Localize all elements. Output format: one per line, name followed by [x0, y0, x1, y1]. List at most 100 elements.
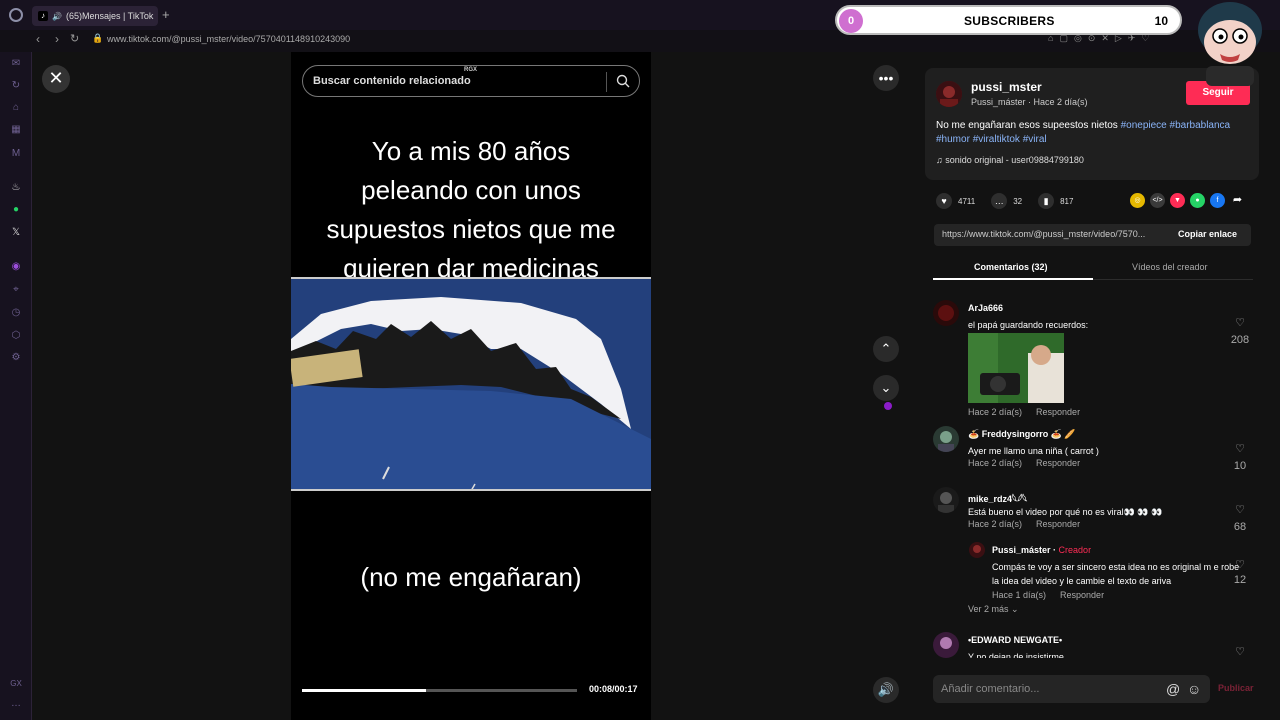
commenter-name[interactable]: 🍝 Freddysingorro 🍝 🥖 [968, 429, 1076, 440]
tab-creator-videos[interactable]: Vídeos del creador [1132, 262, 1208, 272]
reply-button[interactable]: Responder [1036, 407, 1080, 417]
commenter-avatar[interactable] [933, 487, 959, 513]
comment-like-icon[interactable]: ♡ [1230, 503, 1250, 516]
blade-scene-image [291, 279, 651, 489]
comment-like-icon[interactable]: ♡ [1230, 316, 1250, 329]
pin-icon[interactable]: ⌖ [10, 284, 22, 296]
facebook-share-icon[interactable]: f [1210, 193, 1225, 208]
video-frame-image [291, 277, 651, 491]
music-title[interactable]: sonido original - user09884799180 [945, 155, 1084, 165]
coin-share-icon[interactable]: ◎ [1130, 193, 1145, 208]
previous-video-icon[interactable]: ⌃ [873, 336, 899, 362]
share-link-text[interactable]: https://www.tiktok.com/@pussi_mster/vide… [942, 229, 1145, 239]
cards-icon[interactable]: ▦ [10, 124, 22, 136]
bookmark-icon[interactable]: ▮ [1038, 193, 1055, 209]
reply-time: Hace 1 día(s) [992, 590, 1047, 600]
back-icon[interactable]: ‹ [36, 32, 40, 46]
reply-author-name[interactable]: Pussi_máster [992, 545, 1051, 555]
gx-icon[interactable]: GX [10, 678, 22, 690]
close-icon[interactable]: ✕ [42, 65, 70, 93]
reply-text: Compás te voy a ser sincero esta idea no… [992, 562, 1240, 586]
commenter-name[interactable]: mike_rdz4𓆩𓆪𓆩 [968, 490, 1027, 505]
comment-like-icon[interactable]: ♡ [1230, 442, 1250, 455]
whatsapp-share-icon[interactable]: ● [1190, 193, 1205, 208]
subscriber-counter-overlay: 0 SUBSCRIBERS 10 [835, 5, 1182, 35]
send-icon[interactable]: ▼ [1170, 193, 1185, 208]
search-divider [606, 72, 607, 92]
commenter-name[interactable]: ArJa666 [968, 303, 1003, 313]
bag-icon[interactable]: ⌂ [10, 102, 22, 114]
comment-meta: Hace 2 día(s) Responder [968, 519, 1080, 529]
refresh-icon[interactable]: ↻ [10, 80, 22, 92]
share-arrow-icon[interactable]: ➦ [1230, 193, 1245, 208]
forward-icon[interactable]: › [55, 32, 59, 46]
subscriber-count: 10 [1154, 14, 1168, 28]
tinder-icon[interactable]: ♨ [10, 182, 22, 194]
commenter-avatar[interactable] [933, 632, 959, 658]
comment-input[interactable] [941, 681, 1141, 697]
volume-icon[interactable]: 🔊 [873, 677, 899, 703]
pepe-mascot-icon [1198, 2, 1262, 86]
new-tab-icon[interactable]: + [162, 7, 170, 22]
audio-playing-icon[interactable]: 🔊 [52, 12, 62, 21]
hashtag-link[interactable]: #viraltiktok [973, 134, 1020, 145]
hashtag-link[interactable]: #barbablanca [1170, 120, 1231, 131]
comment-like-icon[interactable]: ♡ [1230, 645, 1250, 658]
mail-icon[interactable]: M [10, 148, 22, 160]
tab-comments[interactable]: Comentarios (32) [974, 262, 1048, 272]
view-more-label[interactable]: Ver 2 más [968, 604, 1009, 614]
view-more-replies[interactable]: Ver 2 más ⌄ [968, 604, 1019, 615]
copy-link-button[interactable]: Copiar enlace [1178, 229, 1237, 239]
embed-icon[interactable]: </> [1150, 193, 1165, 208]
save-count: 817 [1060, 196, 1074, 206]
hashtag-link[interactable]: #viral [1023, 134, 1047, 145]
whatsapp-icon[interactable]: ● [10, 204, 22, 216]
creator-avatar[interactable] [969, 542, 985, 558]
spotify-icon[interactable]: ◉ [10, 261, 22, 273]
opera-logo-icon[interactable] [9, 8, 23, 22]
settings-icon[interactable]: ⚙ [10, 352, 22, 364]
commenter-name[interactable]: •EDWARD NEWGATE• [968, 635, 1062, 645]
commenter-avatar[interactable] [933, 426, 959, 452]
video-progress-bar[interactable] [302, 689, 577, 692]
music-line[interactable]: ♫ sonido original - user09884799180 [936, 155, 1084, 165]
mention-icon[interactable]: @ [1166, 681, 1180, 697]
history-icon[interactable]: ◷ [10, 307, 22, 319]
description-text: No me engañaran esos supeestos nietos [936, 120, 1118, 131]
search-input[interactable]: Buscar contenido relacionado [313, 75, 471, 87]
comment-icon[interactable]: … [991, 193, 1008, 209]
more-icon[interactable]: … [10, 698, 22, 710]
comment-like-count: 10 [1233, 460, 1247, 472]
comment-stat[interactable]: … 32 [991, 193, 1022, 209]
reply-button[interactable]: Responder [1036, 519, 1080, 529]
reload-icon[interactable]: ↻ [70, 32, 79, 45]
comment-image[interactable] [968, 333, 1064, 403]
extensions-icon[interactable]: ⬡ [10, 330, 22, 342]
comment-like-icon[interactable]: ♡ [1230, 558, 1250, 571]
commenter-avatar[interactable] [933, 300, 959, 326]
save-stat[interactable]: ▮ 817 [1038, 193, 1073, 209]
engagement-stats: ♥ 4711 … 32 ▮ 817 [936, 193, 1089, 209]
author-name[interactable]: pussi_mster [971, 80, 1042, 94]
more-options-icon[interactable]: ••• [873, 65, 899, 91]
search-icon[interactable] [616, 74, 630, 88]
emoji-icon[interactable]: ☺ [1187, 681, 1201, 697]
heart-icon[interactable]: ♥ [936, 193, 952, 209]
hashtag-link[interactable]: #onepiece [1121, 120, 1167, 131]
publish-button[interactable]: Publicar [1218, 683, 1254, 693]
author-avatar[interactable] [936, 81, 962, 107]
avatar-image [933, 426, 959, 452]
browser-tab-tiktok[interactable]: ♪ 🔊 (65)Mensajes | TikTok [32, 6, 158, 26]
reply-author[interactable]: Pussi_máster · Creador [992, 545, 1091, 555]
author-subtitle: Pussi_máster · Hace 2 día(s) [971, 97, 1088, 107]
address-url[interactable]: www.tiktok.com/@pussi_mster/video/757040… [107, 34, 350, 44]
like-stat[interactable]: ♥ 4711 [936, 193, 975, 209]
comment-meta: Hace 2 día(s) Responder [968, 407, 1080, 417]
comment-list[interactable]: ArJa666 el papá guardando recuerdos: Hac… [912, 290, 1280, 658]
messages-icon[interactable]: ✉ [10, 58, 22, 70]
next-video-icon[interactable]: ⌄ [873, 375, 899, 401]
reply-button[interactable]: Responder [1036, 458, 1080, 468]
hashtag-link[interactable]: #humor [936, 134, 970, 145]
reply-button[interactable]: Responder [1060, 590, 1104, 600]
x-twitter-icon[interactable]: 𝕏 [10, 227, 22, 239]
